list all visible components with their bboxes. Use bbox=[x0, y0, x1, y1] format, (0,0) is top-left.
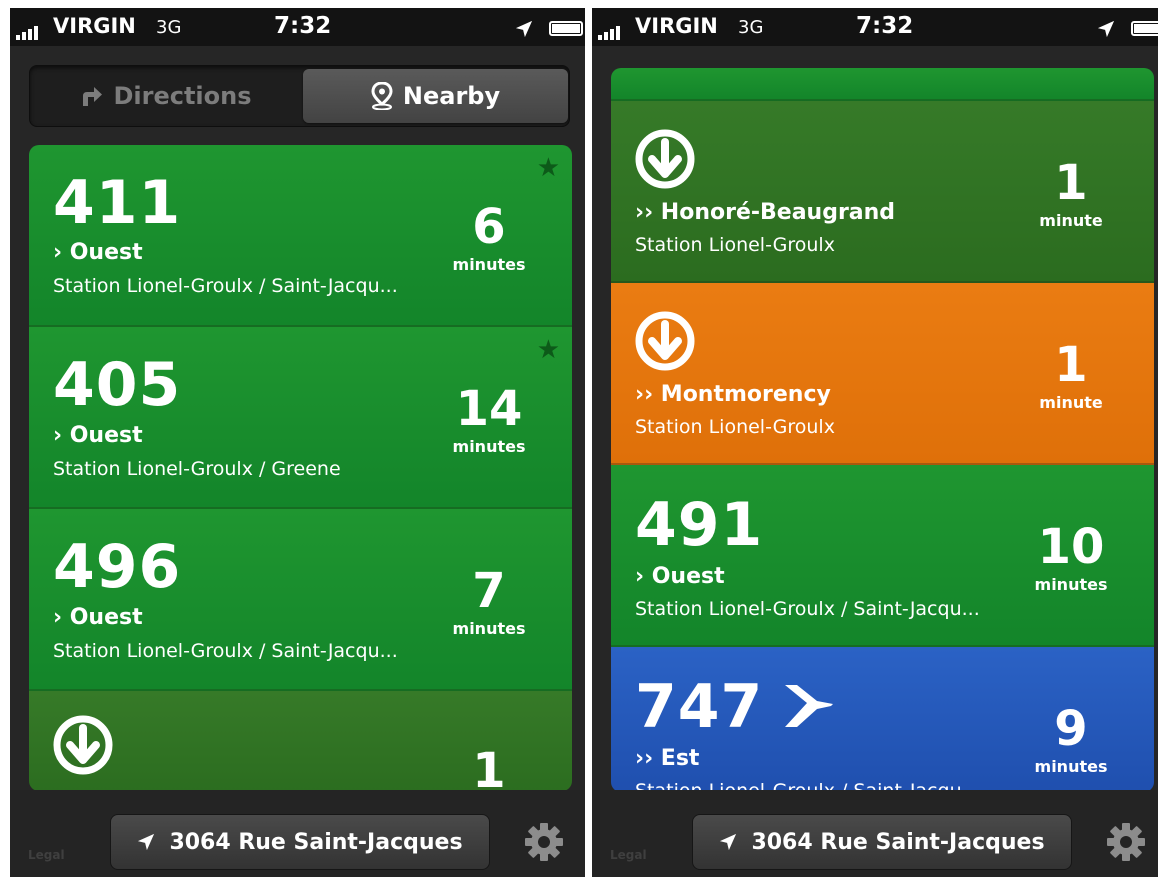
route-direction: › Ouest bbox=[53, 605, 143, 630]
minutes-unit: minutes bbox=[452, 619, 526, 638]
network-type: 3G bbox=[156, 17, 182, 38]
status-time: 7:32 bbox=[856, 13, 914, 39]
left-phone-screen: VIRGIN 3G 7:32 Directions Nearby 411 › O… bbox=[10, 8, 585, 877]
minutes-unit: minutes bbox=[1034, 575, 1108, 594]
minutes-count: 10 bbox=[1037, 519, 1105, 575]
route-direction: › Ouest bbox=[635, 564, 725, 589]
favorite-star-icon[interactable]: ★ bbox=[537, 155, 560, 181]
route-direction: ›› Honoré-Beaugrand bbox=[635, 200, 896, 225]
battery-icon bbox=[1131, 21, 1158, 36]
route-number: 411 bbox=[53, 168, 182, 238]
metro-icon bbox=[53, 715, 113, 775]
minutes-count: 1 bbox=[472, 743, 506, 791]
current-address-label: 3064 Rue Saint-Jacques bbox=[751, 829, 1045, 855]
minutes-count: 9 bbox=[1054, 701, 1088, 757]
nearby-departures-list: ›› Honoré-Beaugrand Station Lionel-Groul… bbox=[611, 68, 1154, 792]
gear-icon[interactable] bbox=[524, 822, 564, 862]
minutes-count: 7 bbox=[472, 563, 506, 619]
route-direction: › Ouest bbox=[53, 423, 143, 448]
status-time: 7:32 bbox=[274, 13, 332, 39]
stop-name: Station Lionel-Groulx bbox=[635, 234, 835, 256]
tab-directions[interactable]: Directions bbox=[33, 69, 298, 123]
location-arrow-icon bbox=[138, 833, 155, 851]
tab-directions-label: Directions bbox=[113, 82, 252, 110]
list-item[interactable]: ›› Montmorency Station Lionel-Groulx 1 m… bbox=[611, 283, 1154, 465]
route-direction: › Ouest bbox=[53, 240, 143, 265]
minutes-unit: minute bbox=[1039, 393, 1103, 412]
list-item[interactable] bbox=[611, 68, 1154, 101]
minutes-unit: minutes bbox=[452, 255, 526, 274]
signal-strength-icon bbox=[598, 21, 622, 40]
favorite-star-icon[interactable]: ★ bbox=[537, 337, 560, 363]
minutes-unit: minute bbox=[1039, 211, 1103, 230]
stop-name: Station Lionel-Groulx / Saint-Jacqu... bbox=[53, 640, 398, 662]
tab-nearby[interactable]: Nearby bbox=[303, 69, 568, 123]
turn-arrow-icon bbox=[83, 87, 103, 106]
stop-name: Station Lionel-Groulx / Saint-Jacqu... bbox=[53, 275, 398, 297]
minutes-count: 1 bbox=[1054, 155, 1088, 211]
tab-nearby-label: Nearby bbox=[402, 82, 501, 110]
carrier-name: VIRGIN bbox=[53, 14, 136, 38]
minutes-count: 6 bbox=[472, 199, 506, 255]
minutes-count: 14 bbox=[455, 381, 523, 437]
list-item[interactable]: 747 ›› Est Station Lionel-Groulx / Saint… bbox=[611, 647, 1154, 792]
signal-strength-icon bbox=[16, 21, 40, 40]
stop-name: Station Lionel-Groulx bbox=[635, 416, 835, 438]
route-number: 496 bbox=[53, 532, 182, 602]
battery-icon bbox=[549, 21, 583, 36]
list-item[interactable]: 491 › Ouest Station Lionel-Groulx / Sain… bbox=[611, 465, 1154, 647]
minutes-unit: minutes bbox=[452, 437, 526, 456]
current-address-label: 3064 Rue Saint-Jacques bbox=[169, 829, 463, 855]
location-services-icon bbox=[1097, 20, 1115, 38]
right-phone-screen: VIRGIN 3G 7:32 ›› Honoré-Beaugrand Stati… bbox=[592, 8, 1158, 877]
airplane-icon bbox=[785, 685, 833, 727]
metro-icon bbox=[635, 311, 695, 371]
current-address-button[interactable]: 3064 Rue Saint-Jacques bbox=[110, 814, 490, 870]
metro-icon bbox=[635, 129, 695, 189]
minutes-count: 1 bbox=[1054, 337, 1088, 393]
nearby-departures-list: 411 › Ouest Station Lionel-Groulx / Sain… bbox=[29, 145, 572, 791]
location-arrow-icon bbox=[720, 833, 737, 851]
legal-link[interactable]: Legal bbox=[28, 848, 65, 862]
route-number: 405 bbox=[53, 350, 182, 420]
stop-name: Station Lionel-Groulx / Greene bbox=[53, 458, 341, 480]
carrier-name: VIRGIN bbox=[635, 14, 718, 38]
legal-link[interactable]: Legal bbox=[610, 848, 647, 862]
minutes-unit: minutes bbox=[1034, 757, 1108, 776]
route-direction: ›› Est bbox=[635, 746, 700, 771]
list-item[interactable]: 405 › Ouest Station Lionel-Groulx / Gree… bbox=[29, 327, 572, 509]
status-bar: VIRGIN 3G 7:32 bbox=[10, 8, 585, 46]
view-switcher: Directions Nearby bbox=[29, 65, 570, 127]
location-pin-icon bbox=[371, 82, 393, 110]
list-item[interactable]: 1 bbox=[29, 691, 572, 791]
route-number: 491 bbox=[635, 490, 764, 560]
stop-name: Station Lionel-Groulx / Saint-Jacqu... bbox=[635, 598, 980, 620]
current-address-button[interactable]: 3064 Rue Saint-Jacques bbox=[692, 814, 1072, 870]
gear-icon[interactable] bbox=[1106, 822, 1146, 862]
route-direction: ›› Montmorency bbox=[635, 382, 831, 407]
status-bar: VIRGIN 3G 7:32 bbox=[592, 8, 1158, 46]
route-number: 747 bbox=[635, 672, 764, 742]
list-item[interactable]: ›› Honoré-Beaugrand Station Lionel-Groul… bbox=[611, 101, 1154, 283]
location-services-icon bbox=[515, 20, 533, 38]
list-item[interactable]: 496 › Ouest Station Lionel-Groulx / Sain… bbox=[29, 509, 572, 691]
list-item[interactable]: 411 › Ouest Station Lionel-Groulx / Sain… bbox=[29, 145, 572, 327]
network-type: 3G bbox=[738, 17, 764, 38]
